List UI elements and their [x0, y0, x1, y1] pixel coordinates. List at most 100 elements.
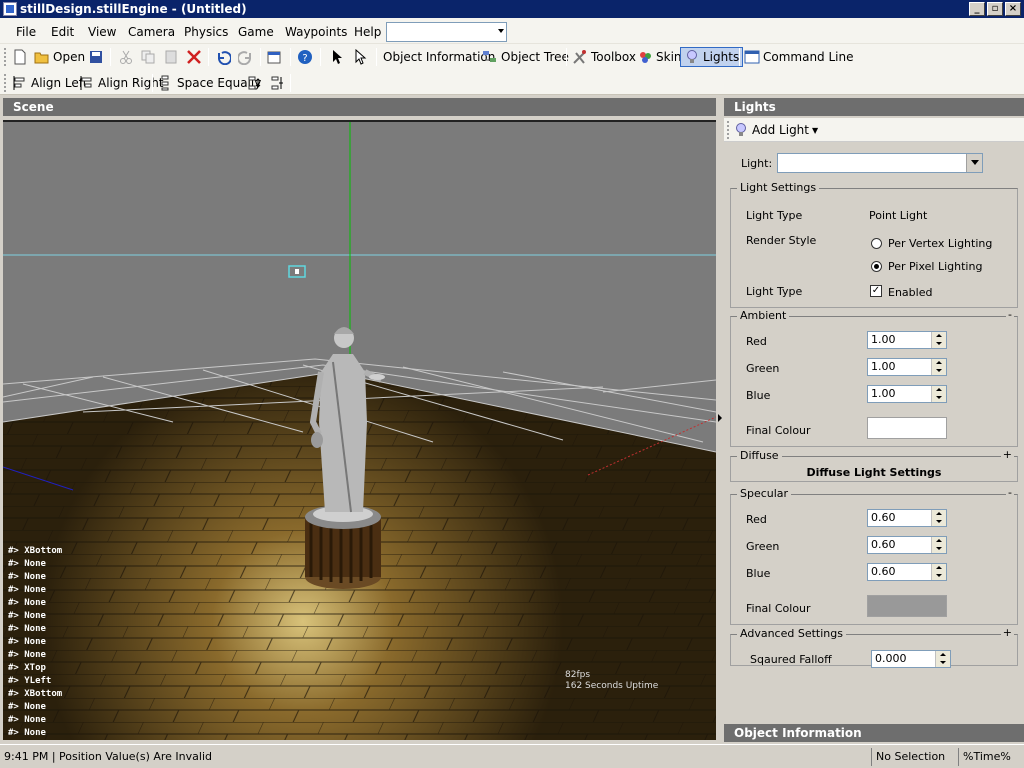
- help-button[interactable]: ?: [297, 47, 313, 67]
- specular-green-value: 0.60: [871, 538, 896, 551]
- specular-blue-input[interactable]: 0.60: [867, 563, 947, 581]
- ambient-green-value: 1.00: [871, 360, 896, 373]
- per-pixel-radio[interactable]: [871, 261, 882, 272]
- ambient-blue-input[interactable]: 1.00: [867, 385, 947, 403]
- spinner-arrows-icon[interactable]: [931, 510, 946, 526]
- advanced-expand-button[interactable]: +: [1000, 626, 1014, 639]
- spinner-arrows-icon[interactable]: [931, 386, 946, 402]
- new-button[interactable]: [12, 47, 28, 67]
- open-button[interactable]: Open: [34, 47, 85, 67]
- ambient-green-input[interactable]: 1.00: [867, 358, 947, 376]
- save-button[interactable]: [88, 47, 104, 67]
- open-label: Open: [53, 50, 86, 64]
- align-right-button[interactable]: Align Right: [79, 73, 164, 93]
- select-pointer-alt-button[interactable]: [352, 47, 368, 67]
- console-line: #> None: [8, 624, 46, 634]
- add-light-button[interactable]: Add Light ▼: [733, 120, 818, 140]
- object-information-button[interactable]: Object Information: [383, 47, 495, 67]
- menu-camera[interactable]: Camera: [128, 25, 175, 39]
- specular-label: Specular: [737, 487, 792, 500]
- toolbar-separator: [376, 48, 377, 66]
- panel-splitter[interactable]: [716, 96, 724, 742]
- menu-physics[interactable]: Physics: [184, 25, 228, 39]
- object-information-header[interactable]: Object Information: [724, 724, 1024, 742]
- specular-collapse-button[interactable]: -: [1006, 486, 1014, 499]
- align-right-icon: [80, 76, 92, 90]
- copy-icon: [141, 50, 155, 64]
- command-line-button[interactable]: Command Line: [744, 47, 854, 67]
- ambient-final-colour-label: Final Colour: [746, 424, 811, 437]
- diffuse-group: Diffuse + Diffuse Light Settings: [730, 448, 1018, 482]
- undo-icon: [217, 51, 231, 65]
- main-toolbar: Open ? Object Information Object Tree To…: [0, 44, 1024, 70]
- spinner-arrows-icon[interactable]: [935, 651, 950, 667]
- ambient-red-value: 1.00: [871, 333, 896, 346]
- console-line: #> None: [8, 702, 46, 712]
- pointer-arrow-icon: [333, 50, 342, 64]
- increase-spacing-button[interactable]: [245, 73, 261, 93]
- scissors-icon: [120, 50, 132, 64]
- specular-green-input[interactable]: 0.60: [867, 536, 947, 554]
- decrease-spacing-button[interactable]: [268, 73, 284, 93]
- spinner-arrows-icon[interactable]: [931, 537, 946, 553]
- lights-panel: Lights Add Light ▼ Light: Light Settings…: [724, 96, 1024, 742]
- specular-group: Specular - Red 0.60 Green 0.60 Blue 0.60…: [730, 486, 1018, 625]
- ambient-final-colour-swatch[interactable]: [867, 417, 947, 439]
- redo-button[interactable]: [238, 47, 254, 67]
- palette-icon: [640, 52, 651, 63]
- diffuse-expand-button[interactable]: +: [1000, 448, 1014, 461]
- specular-red-value: 0.60: [871, 511, 896, 524]
- paste-button[interactable]: [163, 47, 179, 67]
- diffuse-settings-button[interactable]: Diffuse Light Settings: [731, 466, 1017, 479]
- console-line: #> None: [8, 611, 46, 621]
- cut-button[interactable]: [118, 47, 134, 67]
- align-left-button[interactable]: Align Left: [12, 73, 88, 93]
- status-bar: 9:41 PM | Position Value(s) Are Invalid …: [0, 744, 1024, 768]
- undo-button[interactable]: [215, 47, 231, 67]
- squared-falloff-input[interactable]: 0.000: [871, 650, 951, 668]
- maximize-button[interactable]: ▫: [987, 2, 1003, 16]
- toolbar-grip[interactable]: [4, 74, 7, 92]
- lights-button[interactable]: Lights: [680, 47, 744, 67]
- light-select[interactable]: [777, 153, 983, 173]
- object-tree-button[interactable]: Object Tree: [482, 47, 569, 67]
- ambient-red-input[interactable]: 1.00: [867, 331, 947, 349]
- delete-button[interactable]: [186, 47, 202, 67]
- toolbar-grip[interactable]: [727, 121, 730, 139]
- spinner-arrows-icon[interactable]: [931, 332, 946, 348]
- ambient-collapse-button[interactable]: -: [1006, 308, 1014, 321]
- toolbox-button[interactable]: Toolbox: [572, 47, 636, 67]
- menu-help[interactable]: Help: [354, 25, 381, 39]
- skin-button[interactable]: Skin: [637, 47, 682, 67]
- specular-final-colour-swatch[interactable]: [867, 595, 947, 617]
- specular-final-colour-label: Final Colour: [746, 602, 811, 615]
- menu-waypoints[interactable]: Waypoints: [285, 25, 347, 39]
- select-pointer-button[interactable]: [329, 47, 345, 67]
- svg-text:?: ?: [302, 53, 307, 64]
- close-button[interactable]: ×: [1005, 2, 1021, 16]
- enabled-checkbox[interactable]: ✓: [870, 285, 882, 297]
- menu-game[interactable]: Game: [238, 25, 274, 39]
- light-bulb-icon: [687, 50, 697, 63]
- specular-red-label: Red: [746, 513, 767, 526]
- toolbar-grip[interactable]: [4, 48, 7, 66]
- spinner-arrows-icon[interactable]: [931, 359, 946, 375]
- collapse-arrow-icon[interactable]: [718, 414, 722, 422]
- menu-edit[interactable]: Edit: [51, 25, 74, 39]
- scene-viewport[interactable]: #> XBottom #> None #> None #> None #> No…: [3, 120, 716, 740]
- menu-file[interactable]: File: [16, 25, 36, 39]
- specular-red-input[interactable]: 0.60: [867, 509, 947, 527]
- menu-combo-box[interactable]: [386, 22, 507, 42]
- light-gizmo-core: [295, 269, 299, 274]
- vertical-spacing-icon: [271, 76, 283, 90]
- spinner-arrows-icon[interactable]: [931, 564, 946, 580]
- per-vertex-radio[interactable]: [871, 238, 882, 249]
- menu-view[interactable]: View: [88, 25, 116, 39]
- skin-label: Skin: [656, 50, 682, 64]
- folder-open-icon: [34, 52, 49, 64]
- console-line: #> XTop: [8, 663, 46, 673]
- copy-button[interactable]: [140, 47, 156, 67]
- minimize-button[interactable]: _: [969, 2, 985, 16]
- chevron-down-icon[interactable]: [966, 154, 982, 172]
- properties-button[interactable]: [266, 47, 282, 67]
